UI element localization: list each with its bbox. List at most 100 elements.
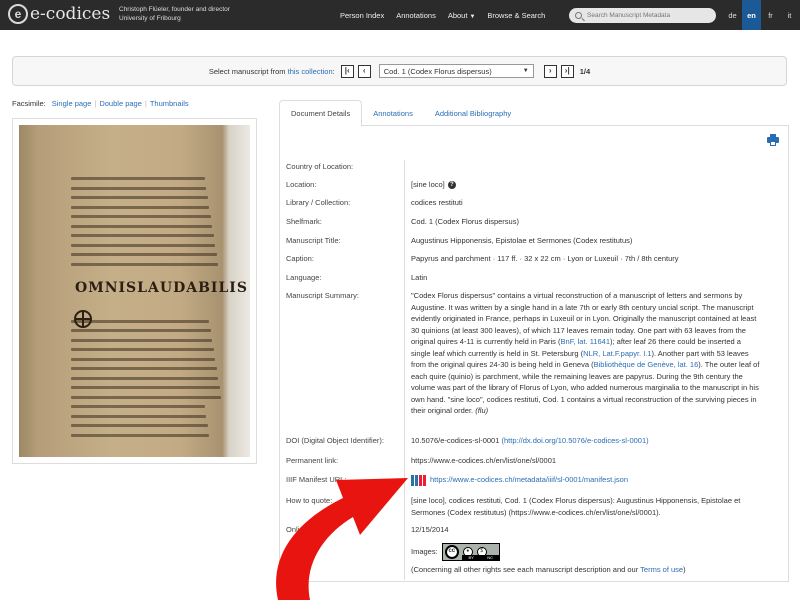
rights-value: Images: cc ● $ BY NC bbox=[411, 543, 761, 561]
search-box[interactable] bbox=[569, 8, 716, 23]
location-label: Location: bbox=[286, 180, 317, 189]
search-input[interactable] bbox=[587, 12, 712, 19]
script-line bbox=[71, 424, 208, 427]
script-line bbox=[71, 234, 214, 237]
script-line bbox=[71, 348, 214, 351]
rights-images-label: Images: bbox=[411, 546, 438, 556]
library-value: codices restituti bbox=[411, 198, 463, 207]
main-nav: Person Index Annotations About ▼ Browse &… bbox=[340, 0, 557, 30]
script-line bbox=[71, 386, 220, 389]
summary-author: (flu) bbox=[475, 406, 489, 415]
iiif-logo-icon[interactable] bbox=[411, 474, 427, 486]
script-line bbox=[71, 357, 216, 361]
logo-text: e-codices bbox=[30, 4, 111, 24]
lang-en[interactable]: en bbox=[742, 0, 761, 30]
terms-of-use-link[interactable]: Terms of use bbox=[640, 565, 683, 574]
script-line bbox=[71, 177, 205, 180]
manuscript-select-value: Cod. 1 (Codex Florus dispersus) bbox=[383, 66, 492, 76]
doi-label: DOI (Digital Object Identifier): bbox=[286, 436, 384, 445]
script-line bbox=[71, 243, 216, 247]
search-icon bbox=[575, 12, 582, 19]
script-line bbox=[71, 186, 207, 190]
nlr-link[interactable]: NLR, Lat.F.papyr. I.1 bbox=[583, 349, 651, 358]
script-line bbox=[71, 433, 210, 437]
script-line bbox=[71, 405, 205, 408]
double-page-link[interactable]: Double page bbox=[99, 99, 142, 108]
university-line: University of Fribourg bbox=[119, 15, 181, 22]
caret-down-icon: ▼ bbox=[469, 13, 476, 20]
rights-note: (Concerning all other rights see each ma… bbox=[411, 564, 761, 576]
script-line bbox=[71, 414, 207, 418]
script-line bbox=[71, 224, 213, 228]
script-line bbox=[71, 253, 217, 256]
facsimile-frame[interactable]: OMNISLAUDABILIS bbox=[12, 118, 257, 464]
lang-it[interactable]: it bbox=[780, 0, 799, 30]
thumbnails-link[interactable]: Thumbnails bbox=[150, 99, 189, 108]
help-icon[interactable]: ? bbox=[447, 181, 456, 190]
script-lines bbox=[71, 177, 223, 443]
separator: | bbox=[94, 99, 97, 108]
cc-by-nc-license-badge[interactable]: cc ● $ BY NC bbox=[441, 543, 500, 561]
script-line bbox=[71, 196, 208, 199]
print-icon[interactable] bbox=[767, 134, 779, 146]
document-details-panel: Country of Location: Location: [sine loc… bbox=[279, 126, 789, 582]
selector-label-colon: : bbox=[332, 66, 335, 76]
tab-document-details[interactable]: Document Details bbox=[279, 100, 363, 127]
detail-tabs: Document Details Annotations Additional … bbox=[279, 100, 789, 127]
location-value: [sine loco] bbox=[411, 180, 445, 189]
chi-rho-cross-icon bbox=[74, 310, 92, 328]
iiif-manifest-link[interactable]: https://www.e-codices.ch/metadata/iiif/s… bbox=[430, 475, 628, 484]
cc-strip: BY NC bbox=[461, 555, 500, 560]
doi-value-wrap: 10.5076/e-codices-sl-0001 (http://dx.doi… bbox=[411, 435, 761, 447]
language-label: Language: bbox=[286, 273, 322, 282]
doi-link[interactable]: (http://dx.doi.org/10.5076/e-codices-sl-… bbox=[501, 436, 648, 445]
permalink-link[interactable]: https://www.e-codices.ch/en/list/one/sl/… bbox=[411, 455, 761, 467]
online-label: Online Since: bbox=[286, 525, 331, 534]
title-value: Augustinus Hipponensis, Epistolae et Ser… bbox=[411, 236, 633, 245]
collection-link[interactable]: this collection bbox=[288, 67, 333, 76]
lang-de[interactable]: de bbox=[723, 0, 742, 30]
last-manuscript-button[interactable]: ›| bbox=[560, 64, 574, 78]
permalink-label: Permanent link: bbox=[286, 456, 339, 465]
selector-label: Select manuscript from this collection: bbox=[209, 67, 335, 76]
nav-annotations[interactable]: Annotations bbox=[396, 11, 436, 20]
manuscript-page-image[interactable]: OMNISLAUDABILIS bbox=[19, 125, 250, 457]
geneve-link[interactable]: Bibliothèque de Genève, lat. 16 bbox=[594, 360, 699, 369]
cc-icon: cc bbox=[444, 545, 459, 559]
summary-value: "Codex Florus dispersus" contains a virt… bbox=[411, 290, 761, 417]
decorated-initials: OMNISLAUDABILIS bbox=[75, 280, 248, 296]
tab-annotations[interactable]: Annotations bbox=[362, 100, 424, 126]
single-page-link[interactable]: Single page bbox=[52, 99, 92, 108]
caption-label: Caption: bbox=[286, 254, 314, 263]
shelfmark-label: Shelfmark: bbox=[286, 217, 322, 226]
nav-about[interactable]: About ▼ bbox=[448, 11, 476, 20]
first-manuscript-button[interactable]: |‹ bbox=[340, 64, 354, 78]
caption-value: Papyrus and parchment · 117 ff. · 32 x 2… bbox=[411, 254, 679, 263]
iiif-value-wrap: https://www.e-codices.ch/metadata/iiif/s… bbox=[411, 474, 761, 486]
facsimile-label: Facsimile: bbox=[12, 99, 46, 108]
selector-label-text: Select manuscript from bbox=[208, 66, 286, 76]
cc-nc-text: NC bbox=[487, 554, 494, 560]
script-line bbox=[71, 215, 211, 218]
bnf-link[interactable]: BnF, lat. 11641 bbox=[561, 337, 610, 346]
rights-note-end: ) bbox=[683, 565, 686, 574]
next-manuscript-button[interactable]: › bbox=[543, 64, 557, 78]
script-line bbox=[71, 262, 219, 266]
prev-manuscript-button[interactable]: ‹ bbox=[357, 64, 371, 78]
manuscript-select[interactable]: Cod. 1 (Codex Florus dispersus) ▼ bbox=[378, 64, 534, 78]
nav-browse-search[interactable]: Browse & Search bbox=[487, 11, 545, 20]
language-value: Latin bbox=[411, 273, 428, 282]
nav-person-index[interactable]: Person Index bbox=[340, 11, 384, 20]
quote-value: [sine loco], codices restituti, Cod. 1 (… bbox=[411, 496, 741, 517]
tab-additional-bibliography[interactable]: Additional Bibliography bbox=[424, 100, 522, 126]
logo-icon: e bbox=[8, 4, 28, 24]
iiif-label: IIIF Manifest URL: bbox=[286, 475, 347, 484]
script-line bbox=[71, 205, 210, 209]
script-line bbox=[71, 338, 213, 342]
quote-label: How to quote: bbox=[286, 496, 333, 505]
column-divider bbox=[404, 160, 405, 580]
script-line bbox=[71, 329, 211, 332]
ecodices-logo[interactable]: e e-codices bbox=[8, 4, 110, 24]
lang-fr[interactable]: fr bbox=[761, 0, 780, 30]
language-switcher: de en fr it bbox=[723, 0, 799, 30]
